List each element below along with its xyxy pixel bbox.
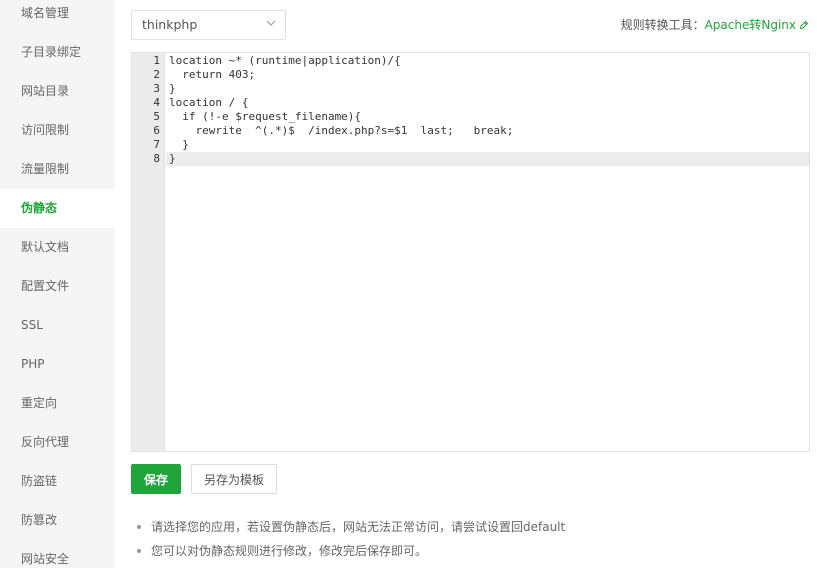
template-select-value: thinkphp <box>142 17 198 32</box>
code-editor[interactable]: 1 2 3 4 5 6 7 8 location ~* (runtime|app… <box>131 52 810 452</box>
code-line[interactable]: } <box>169 82 809 96</box>
code-line[interactable]: rewrite ^(.*)$ /index.php?s=$1 last; bre… <box>169 124 809 138</box>
sidebar-item-tamper-proof[interactable]: 防篡改 <box>0 501 115 540</box>
bullet-icon <box>137 525 141 529</box>
sidebar-item-ssl[interactable]: SSL <box>0 306 115 345</box>
sidebar-item-php[interactable]: PHP <box>0 345 115 384</box>
converter-label: 规则转换工具： <box>620 18 705 32</box>
sidebar-item-domain[interactable]: 域名管理 <box>0 0 115 33</box>
tip-text: 请选择您的应用，若设置伪静态后，网站无法正常访问，请尝试设置回default <box>151 520 566 534</box>
sidebar-item-subdir-binding[interactable]: 子目录绑定 <box>0 33 115 72</box>
sidebar-item-rewrite[interactable]: 伪静态 <box>0 189 115 228</box>
line-number-gutter: 1 2 3 4 5 6 7 8 <box>132 53 165 451</box>
sidebar-item-redirect[interactable]: 重定向 <box>0 384 115 423</box>
sidebar-item-default-doc[interactable]: 默认文档 <box>0 228 115 267</box>
save-button[interactable]: 保存 <box>131 464 181 494</box>
sidebar-item-site-directory[interactable]: 网站目录 <box>0 72 115 111</box>
line-number: 2 <box>153 68 160 81</box>
code-line-current[interactable]: } <box>166 152 809 166</box>
link-icon[interactable] <box>799 20 809 30</box>
tips-list: 请选择您的应用，若设置伪静态后，网站无法正常访问，请尝试设置回default 您… <box>135 515 565 563</box>
line-number: 5 <box>153 110 160 123</box>
sidebar-item-hotlink[interactable]: 防盗链 <box>0 462 115 501</box>
template-select[interactable]: thinkphp <box>131 10 286 40</box>
code-line[interactable]: location / { <box>169 96 809 110</box>
tip-text: 您可以对伪静态规则进行修改，修改完后保存即可。 <box>151 544 428 558</box>
line-number: 8 <box>153 152 160 165</box>
sidebar-item-access-limit[interactable]: 访问限制 <box>0 111 115 150</box>
sidebar: 域名管理 子目录绑定 网站目录 访问限制 流量限制 伪静态 默认文档 配置文件 … <box>0 0 115 568</box>
tip-item: 请选择您的应用，若设置伪静态后，网站无法正常访问，请尝试设置回default <box>135 515 565 539</box>
sidebar-item-traffic-limit[interactable]: 流量限制 <box>0 150 115 189</box>
save-as-template-button[interactable]: 另存为模板 <box>191 464 277 494</box>
line-number: 3 <box>153 82 160 95</box>
tip-item: 您可以对伪静态规则进行修改，修改完后保存即可。 <box>135 539 565 563</box>
chevron-down-icon <box>266 20 276 26</box>
code-line[interactable]: location ~* (runtime|application)/{ <box>169 54 809 68</box>
line-number: 4 <box>153 96 160 109</box>
line-number: 6 <box>153 124 160 137</box>
rule-converter: 规则转换工具：Apache转Nginx <box>621 16 809 33</box>
code-line[interactable]: return 403; <box>169 68 809 82</box>
bullet-icon <box>137 549 141 553</box>
sidebar-item-config-file[interactable]: 配置文件 <box>0 267 115 306</box>
apache-to-nginx-link[interactable]: Apache转Nginx <box>705 18 796 32</box>
code-line[interactable]: } <box>169 138 809 152</box>
sidebar-item-site-security[interactable]: 网站安全 <box>0 540 115 579</box>
line-number: 1 <box>153 54 160 67</box>
sidebar-item-reverse-proxy[interactable]: 反向代理 <box>0 423 115 462</box>
line-number: 7 <box>153 138 160 151</box>
code-line[interactable]: if (!-e $request_filename){ <box>169 110 809 124</box>
